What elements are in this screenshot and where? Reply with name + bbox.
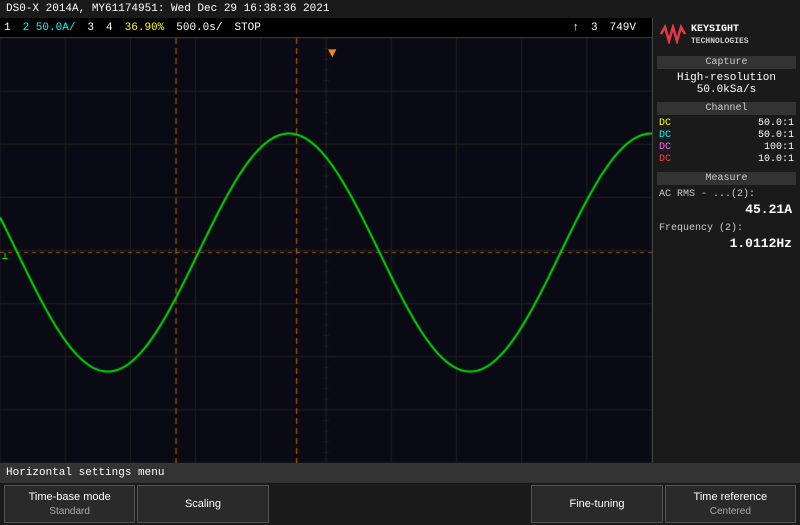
trigger-indicator: ↑ xyxy=(572,22,579,34)
time-reference-button[interactable]: Time reference Centered xyxy=(665,485,796,523)
timebase-top-label: Time-base mode xyxy=(29,490,111,504)
keysight-logo: KEYSIGHTTECHNOLOGIES xyxy=(657,22,796,50)
timescale-indicator: 500.0s/ xyxy=(176,22,222,34)
button-spacer xyxy=(271,485,530,523)
menu-label: Horizontal settings menu xyxy=(0,463,800,483)
capture-title: Capture xyxy=(657,56,796,69)
scaling-label: Scaling xyxy=(185,497,221,511)
fine-tuning-label: Fine-tuning xyxy=(569,497,624,511)
channel-row-1: DC 50.0:1 xyxy=(657,118,796,129)
ch2-val: 50.0:1 xyxy=(758,130,794,141)
trigger-arrow: ▼ xyxy=(328,46,336,62)
scope-canvas xyxy=(0,38,652,463)
timebase-bot-label: Standard xyxy=(49,505,90,518)
grid-container: ▼ ⊥ xyxy=(0,38,652,463)
channel-section: Channel DC 50.0:1 DC 50.0:1 DC 100:1 DC … xyxy=(657,102,796,166)
channel-row-4: DC 10.0:1 xyxy=(657,154,796,165)
time-ref-bot-label: Centered xyxy=(710,505,751,518)
scope-area: 1 2 50.0A/ 3 4 36.90% 500.0s/ STOP ↑ 3 7… xyxy=(0,18,652,463)
capture-mode: High-resolution xyxy=(657,72,796,84)
ch1-indicator: 1 xyxy=(4,22,11,34)
content-area: 1 2 50.0A/ 3 4 36.90% 500.0s/ STOP ↑ 3 7… xyxy=(0,18,800,463)
ch4-indicator: 4 xyxy=(106,22,113,34)
ch2-dc-label: DC xyxy=(659,130,671,141)
measure2-label: Frequency (2): xyxy=(657,222,796,235)
keysight-logo-graphic xyxy=(659,24,687,48)
timeref-indicator: 36.90% xyxy=(125,22,165,34)
capture-section: Capture High-resolution 50.0kSa/s xyxy=(657,56,796,96)
measure2-val: 1.0112Hz xyxy=(657,235,796,252)
ch1-val: 50.0:1 xyxy=(758,118,794,129)
title-text: DS0-X 2014A, MY61174951: Wed Dec 29 16:3… xyxy=(6,3,329,15)
bottom-bar: Horizontal settings menu Time-base mode … xyxy=(0,463,800,525)
keysight-text: KEYSIGHTTECHNOLOGIES xyxy=(691,24,749,48)
fine-tuning-button[interactable]: Fine-tuning xyxy=(531,485,662,523)
ch3-dc-label: DC xyxy=(659,142,671,153)
trig-num: 3 xyxy=(591,22,598,34)
stop-indicator: STOP xyxy=(234,22,260,34)
ch1-dc-label: DC xyxy=(659,118,671,129)
ch4-val: 10.0:1 xyxy=(758,154,794,165)
time-ref-top-label: Time reference xyxy=(694,490,768,504)
capture-rate: 50.0kSa/s xyxy=(657,84,796,96)
ch3-val: 100:1 xyxy=(764,142,794,153)
title-bar: DS0-X 2014A, MY61174951: Wed Dec 29 16:3… xyxy=(0,0,800,18)
right-panel: KEYSIGHTTECHNOLOGIES Capture High-resolu… xyxy=(652,18,800,463)
channel-title: Channel xyxy=(657,102,796,115)
ch2-indicator: 2 50.0A/ xyxy=(23,22,76,34)
voltage-indicator: 749V xyxy=(610,22,636,34)
channel-row-3: DC 100:1 xyxy=(657,142,796,153)
ch3-indicator: 3 xyxy=(87,22,94,34)
status-bar: 1 2 50.0A/ 3 4 36.90% 500.0s/ STOP ↑ 3 7… xyxy=(0,18,652,38)
ch4-dc-label: DC xyxy=(659,154,671,165)
measure1-label: AC RMS - ...(2): xyxy=(657,188,796,201)
main-container: DS0-X 2014A, MY61174951: Wed Dec 29 16:3… xyxy=(0,0,800,525)
scaling-button[interactable]: Scaling xyxy=(137,485,268,523)
bottom-buttons: Time-base mode Standard Scaling Fine-tun… xyxy=(0,483,800,525)
measure-title: Measure xyxy=(657,172,796,185)
ground-marker: ⊥ xyxy=(2,251,8,263)
channel-row-2: DC 50.0:1 xyxy=(657,130,796,141)
timebase-mode-button[interactable]: Time-base mode Standard xyxy=(4,485,135,523)
measure1-val: 45.21A xyxy=(657,201,796,218)
measure-section: Measure AC RMS - ...(2): 45.21A Frequenc… xyxy=(657,172,796,252)
